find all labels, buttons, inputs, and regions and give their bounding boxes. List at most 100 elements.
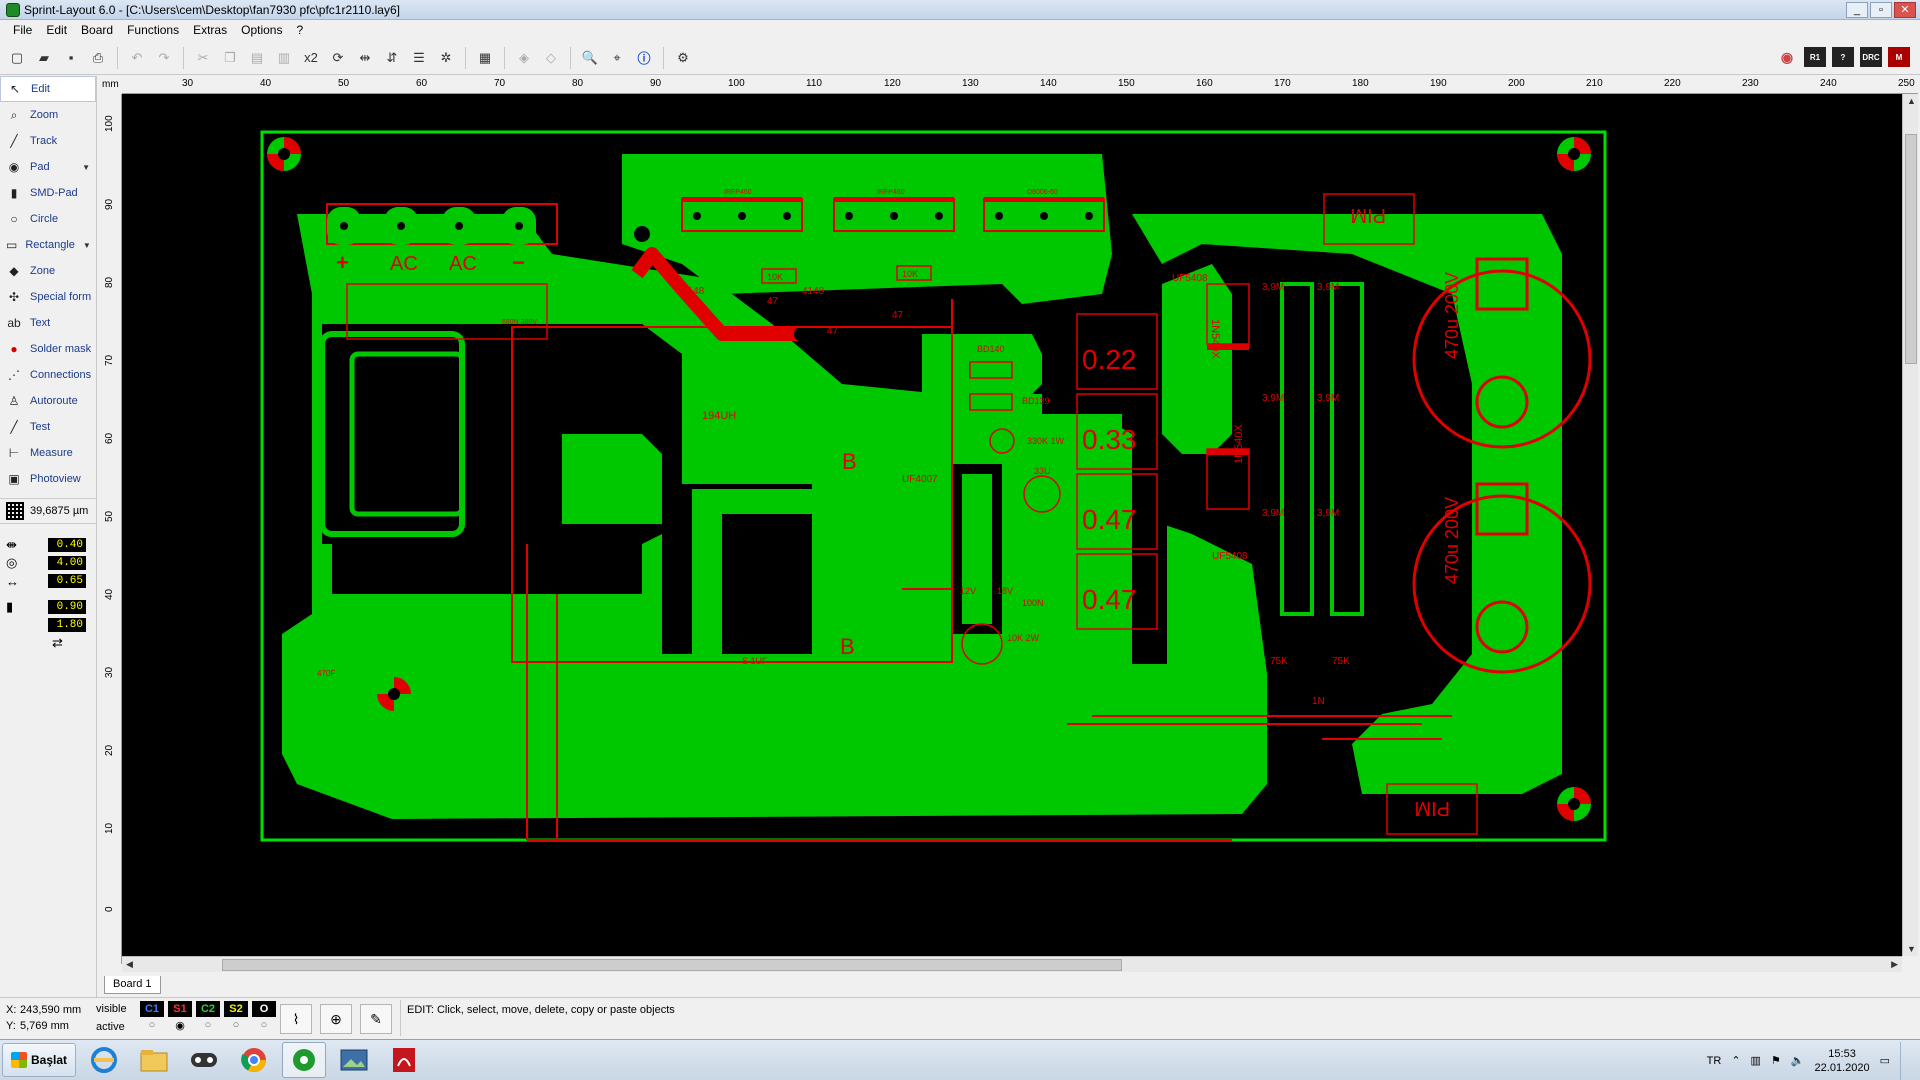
tool-solder-mask[interactable]: ● Solder mask: [0, 336, 96, 362]
snap-icon[interactable]: ✲: [435, 47, 457, 69]
tool-pad[interactable]: ◉ Pad ▼: [0, 154, 96, 180]
lock-icon[interactable]: ◈: [513, 47, 535, 69]
align-icon[interactable]: ☰: [408, 47, 430, 69]
vertical-scrollbar[interactable]: ▲ ▼: [1902, 94, 1918, 956]
active-s1-radio[interactable]: ◉: [168, 1019, 192, 1035]
pad-outer-value[interactable]: 4.00: [48, 556, 86, 570]
copy-icon[interactable]: ❐: [219, 47, 241, 69]
info-icon[interactable]: ⓘ: [633, 47, 655, 69]
game-controller-icon[interactable]: [182, 1042, 226, 1078]
active-c2-radio[interactable]: ○: [196, 1019, 220, 1035]
menu-help[interactable]: ?: [289, 20, 310, 40]
pcb-canvas[interactable]: + AC AC − 680N 380V IRFP460 IRFP460 D800…: [122, 94, 1902, 956]
drc-badge[interactable]: DRC: [1860, 47, 1882, 67]
sprint-layout-icon[interactable]: [282, 1042, 327, 1078]
tool-test[interactable]: ╱ Test: [0, 414, 96, 440]
m-badge[interactable]: M: [1888, 47, 1910, 67]
tool-photoview[interactable]: ▣ Photoview: [0, 466, 96, 492]
tool-edit[interactable]: ↖ Edit: [0, 76, 96, 102]
menu-board[interactable]: Board: [74, 20, 120, 40]
group-icon[interactable]: ▦: [474, 47, 496, 69]
save-icon[interactable]: ▪: [60, 47, 82, 69]
r1-badge[interactable]: R1: [1804, 47, 1826, 67]
smd-height-param[interactable]: 1.80: [0, 616, 96, 634]
component-icon[interactable]: ⌖: [606, 47, 628, 69]
settings-gear-icon[interactable]: ⚙: [672, 47, 694, 69]
track-width-value[interactable]: 0.40: [48, 538, 86, 552]
active-s2-radio[interactable]: ○: [224, 1019, 248, 1035]
chevron-down-icon[interactable]: ▼: [83, 241, 91, 250]
tool-circle[interactable]: ○ Circle: [0, 206, 96, 232]
scroll-right-icon[interactable]: ▶: [1891, 959, 1898, 970]
help-badge[interactable]: ?: [1832, 47, 1854, 67]
network-icon[interactable]: ▥: [1751, 1054, 1761, 1067]
mirror-h-icon[interactable]: ⇹: [354, 47, 376, 69]
menu-functions[interactable]: Functions: [120, 20, 186, 40]
tool-connections[interactable]: ⋰ Connections: [0, 362, 96, 388]
file-explorer-icon[interactable]: [132, 1042, 176, 1078]
scroll-left-icon[interactable]: ◀: [126, 959, 133, 970]
chrome-icon[interactable]: [232, 1042, 276, 1078]
grid-selector[interactable]: 39,6875 µm: [0, 498, 96, 524]
layer-s1[interactable]: S1: [168, 1001, 192, 1017]
smd-width-param[interactable]: ▮ 0.90: [0, 598, 96, 616]
route-icon[interactable]: ⌇: [280, 1004, 312, 1034]
flag-icon[interactable]: ⚑: [1771, 1054, 1781, 1067]
pen-icon[interactable]: ✎: [360, 1004, 392, 1034]
photo-viewer-icon[interactable]: [332, 1042, 376, 1078]
redo-icon[interactable]: ↷: [153, 47, 175, 69]
notification-icon[interactable]: ▭: [1880, 1054, 1890, 1067]
menu-options[interactable]: Options: [234, 20, 289, 40]
layer-s2[interactable]: S2: [224, 1001, 248, 1017]
search-icon[interactable]: 🔍: [579, 47, 601, 69]
scroll-down-icon[interactable]: ▼: [1907, 944, 1916, 954]
pad-outer-param[interactable]: ◎ 4.00: [0, 554, 96, 572]
tool-zoom[interactable]: ⌕ Zoom: [0, 102, 96, 128]
active-o-radio[interactable]: ○: [252, 1019, 276, 1035]
active-c1-radio[interactable]: ○: [140, 1019, 164, 1035]
tool-zone[interactable]: ◆ Zone: [0, 258, 96, 284]
new-file-icon[interactable]: ▢: [6, 47, 28, 69]
tool-autoroute[interactable]: ♙ Autoroute: [0, 388, 96, 414]
mirror-v-icon[interactable]: ⇵: [381, 47, 403, 69]
photo-mode-icon[interactable]: ◉: [1776, 47, 1798, 67]
pad-inner-param[interactable]: ↔ 0.65: [0, 572, 96, 590]
scroll-up-icon[interactable]: ▲: [1907, 96, 1916, 106]
tool-smd-pad[interactable]: ▮ SMD-Pad: [0, 180, 96, 206]
clock[interactable]: 15:53 22.01.2020: [1815, 1047, 1870, 1075]
swap-param[interactable]: ⇄: [0, 634, 96, 652]
maximize-button[interactable]: ▫: [1870, 2, 1892, 18]
rotate-icon[interactable]: ⟳: [327, 47, 349, 69]
show-desktop-button[interactable]: [1900, 1041, 1912, 1080]
horizontal-scrollbar[interactable]: ◀ ▶: [122, 956, 1902, 972]
minimize-button[interactable]: _: [1846, 2, 1868, 18]
menu-extras[interactable]: Extras: [186, 20, 234, 40]
horizontal-scroll-thumb[interactable]: [222, 959, 1122, 971]
tool-special-form[interactable]: ✣ Special form: [0, 284, 96, 310]
tool-track[interactable]: ╱ Track: [0, 128, 96, 154]
language-indicator[interactable]: TR: [1707, 1055, 1722, 1067]
layer-c1[interactable]: C1: [140, 1001, 164, 1017]
undo-icon[interactable]: ↶: [126, 47, 148, 69]
board-tab[interactable]: Board 1: [104, 976, 161, 994]
tray-expand-icon[interactable]: ⌃: [1731, 1054, 1740, 1067]
unlock-icon[interactable]: ◇: [540, 47, 562, 69]
swap-icon[interactable]: ⇄: [52, 635, 76, 651]
open-file-icon[interactable]: ▰: [33, 47, 55, 69]
crosshair-icon[interactable]: ⊕: [320, 1004, 352, 1034]
start-button[interactable]: Başlat: [2, 1043, 77, 1077]
layer-c2[interactable]: C2: [196, 1001, 220, 1017]
volume-icon[interactable]: 🔈: [1791, 1054, 1805, 1067]
pad-inner-value[interactable]: 0.65: [48, 574, 86, 588]
cut-icon[interactable]: ✂: [192, 47, 214, 69]
pdf-reader-icon[interactable]: [382, 1042, 426, 1078]
duplicate-button[interactable]: x2: [300, 47, 322, 69]
paste-icon[interactable]: ▤: [246, 47, 268, 69]
menu-file[interactable]: File: [6, 20, 39, 40]
close-button[interactable]: ✕: [1894, 2, 1916, 18]
delete-icon[interactable]: ▥: [273, 47, 295, 69]
smd-height-value[interactable]: 1.80: [48, 618, 86, 632]
track-width-param[interactable]: ⇼ 0.40: [0, 536, 96, 554]
smd-width-value[interactable]: 0.90: [48, 600, 86, 614]
menu-edit[interactable]: Edit: [39, 20, 74, 40]
